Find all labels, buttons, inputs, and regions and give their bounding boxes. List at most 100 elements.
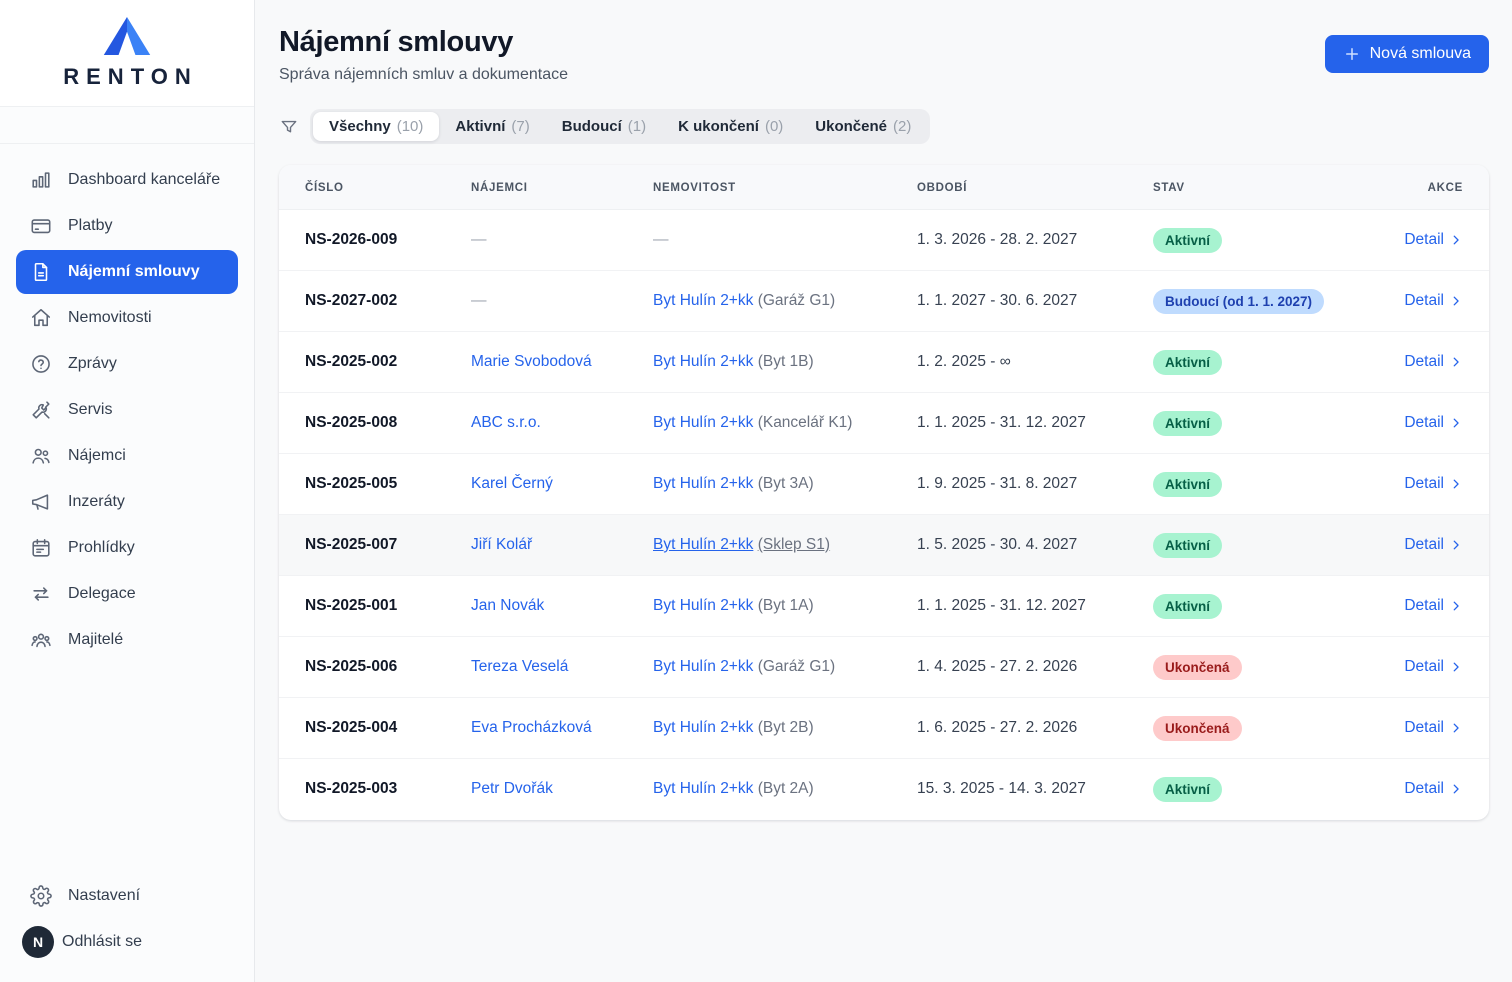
table-row[interactable]: NS-2025-008 ABC s.r.o. Byt Hulín 2+kk (K… [279,393,1489,454]
status-cell: Aktivní [1153,576,1393,637]
tenant-link[interactable]: Jiří Kolář [471,536,532,553]
table-row[interactable]: NS-2025-002 Marie Svobodová Byt Hulín 2+… [279,332,1489,393]
sidebar-item-service[interactable]: Servis [16,388,238,432]
sidebar-item-viewings[interactable]: Prohlídky [16,526,238,570]
table-row[interactable]: NS-2025-001 Jan Novák Byt Hulín 2+kk (By… [279,576,1489,637]
filter-funnel-icon[interactable] [279,117,299,137]
column-header-number: ČÍSLO [279,165,471,210]
tab-count: (7) [511,118,529,135]
tenant-cell: — [471,271,653,332]
period-cell: 1. 3. 2026 - 28. 2. 2027 [917,210,1153,271]
table-header-row: ČÍSLO NÁJEMCI NEMOVITOST OBDOBÍ STAV AKC… [279,165,1489,210]
table-row[interactable]: NS-2025-007 Jiří Kolář Byt Hulín 2+kk (S… [279,515,1489,576]
chevron-right-icon [1449,233,1463,247]
property-link[interactable]: Byt Hulín 2+kk [653,719,753,736]
detail-link[interactable]: Detail [1404,536,1463,554]
sidebar-item-messages[interactable]: Zprávy [16,342,238,386]
table-row[interactable]: NS-2025-006 Tereza Veselá Byt Hulín 2+kk… [279,637,1489,698]
tenant-link[interactable]: Marie Svobodová [471,353,592,370]
tab-terminated[interactable]: Ukončené (2) [799,112,927,141]
users-icon [30,445,52,467]
property-cell: Byt Hulín 2+kk (Byt 2A) [653,759,917,820]
tenant-link[interactable]: ABC s.r.o. [471,414,541,431]
table-row[interactable]: NS-2027-002 — Byt Hulín 2+kk (Garáž G1) … [279,271,1489,332]
status-cell: Aktivní [1153,332,1393,393]
status-badge: Aktivní [1153,594,1222,619]
tenant-cell: — [471,210,653,271]
tenant-link[interactable]: Jan Novák [471,597,544,614]
sidebar-item-delegation[interactable]: Delegace [16,572,238,616]
table-row[interactable]: NS-2025-004 Eva Procházková Byt Hulín 2+… [279,698,1489,759]
table-row[interactable]: NS-2025-005 Karel Černý Byt Hulín 2+kk (… [279,454,1489,515]
sidebar-footer: Nastavení N Odhlásit se [0,872,254,982]
logo-block[interactable]: RENTON [0,0,254,107]
detail-link[interactable]: Detail [1404,414,1463,432]
contract-period: 1. 6. 2025 - 27. 2. 2026 [917,719,1077,736]
contract-number: NS-2025-002 [305,353,397,370]
tab-count: (0) [765,118,783,135]
tenant-link[interactable]: Petr Dvořák [471,780,553,797]
sidebar-item-contracts[interactable]: Nájemní smlouvy [16,250,238,294]
sidebar-item-label: Majitelé [68,631,123,649]
tab-future[interactable]: Budoucí (1) [546,112,662,141]
action-cell: Detail [1393,515,1489,576]
contract-number: NS-2025-007 [305,536,397,553]
logout-button[interactable]: N Odhlásit se [16,920,238,964]
detail-link[interactable]: Detail [1404,597,1463,615]
tenant-link[interactable]: Karel Černý [471,475,553,492]
detail-link[interactable]: Detail [1404,475,1463,493]
property-link[interactable]: Byt Hulín 2+kk [653,536,753,553]
action-cell: Detail [1393,698,1489,759]
status-badge: Aktivní [1153,228,1222,253]
bar-chart-icon [30,169,52,191]
table-row[interactable]: NS-2025-003 Petr Dvořák Byt Hulín 2+kk (… [279,759,1489,820]
detail-link[interactable]: Detail [1404,353,1463,371]
property-cell: Byt Hulín 2+kk (Byt 1A) [653,576,917,637]
property-unit-label: (Garáž G1) [758,658,836,675]
property-link[interactable]: Byt Hulín 2+kk [653,658,753,675]
contract-period: 1. 2. 2025 - ∞ [917,353,1011,370]
property-unit-label: (Kancelář K1) [758,414,853,431]
property-link[interactable]: Byt Hulín 2+kk [653,475,753,492]
sidebar-item-listings[interactable]: Inzeráty [16,480,238,524]
period-cell: 1. 9. 2025 - 31. 8. 2027 [917,454,1153,515]
property-cell: Byt Hulín 2+kk (Byt 3A) [653,454,917,515]
property-link[interactable]: Byt Hulín 2+kk [653,597,753,614]
new-contract-button[interactable]: Nová smlouva [1325,35,1489,73]
tab-to-terminate[interactable]: K ukončení (0) [662,112,799,141]
tab-count: (1) [628,118,646,135]
action-cell: Detail [1393,759,1489,820]
detail-link[interactable]: Detail [1404,780,1463,798]
detail-link[interactable]: Detail [1404,292,1463,310]
contract-number-cell: NS-2025-007 [279,515,471,576]
property-link[interactable]: Byt Hulín 2+kk [653,292,753,309]
sidebar-item-owners[interactable]: Majitelé [16,618,238,662]
status-badge: Aktivní [1153,472,1222,497]
contracts-table: ČÍSLO NÁJEMCI NEMOVITOST OBDOBÍ STAV AKC… [279,165,1489,820]
property-link[interactable]: Byt Hulín 2+kk [653,414,753,431]
column-header-period: OBDOBÍ [917,165,1153,210]
table-row[interactable]: NS-2026-009 — — 1. 3. 2026 - 28. 2. 2027… [279,210,1489,271]
sidebar-item-settings[interactable]: Nastavení [16,874,238,918]
sidebar-item-properties[interactable]: Nemovitosti [16,296,238,340]
chevron-right-icon [1449,782,1463,796]
tab-active[interactable]: Aktivní (7) [439,112,545,141]
property-link[interactable]: Byt Hulín 2+kk [653,353,753,370]
tenant-link[interactable]: Tereza Veselá [471,658,568,675]
detail-link[interactable]: Detail [1404,658,1463,676]
sidebar-item-tenants[interactable]: Nájemci [16,434,238,478]
contract-number: NS-2027-002 [305,292,397,309]
tenant-cell: ABC s.r.o. [471,393,653,454]
sidebar-item-payments[interactable]: Platby [16,204,238,248]
detail-link[interactable]: Detail [1404,719,1463,737]
contract-period: 1. 1. 2027 - 30. 6. 2027 [917,292,1077,309]
plus-icon [1343,45,1361,63]
chevron-right-icon [1449,294,1463,308]
property-cell: Byt Hulín 2+kk (Byt 2B) [653,698,917,759]
tenant-link[interactable]: Eva Procházková [471,719,592,736]
sidebar-item-dashboard[interactable]: Dashboard kanceláře [16,158,238,202]
tab-all[interactable]: Všechny (10) [313,112,439,141]
brand-name: RENTON [56,64,198,90]
detail-link[interactable]: Detail [1404,231,1463,249]
property-link[interactable]: Byt Hulín 2+kk [653,780,753,797]
